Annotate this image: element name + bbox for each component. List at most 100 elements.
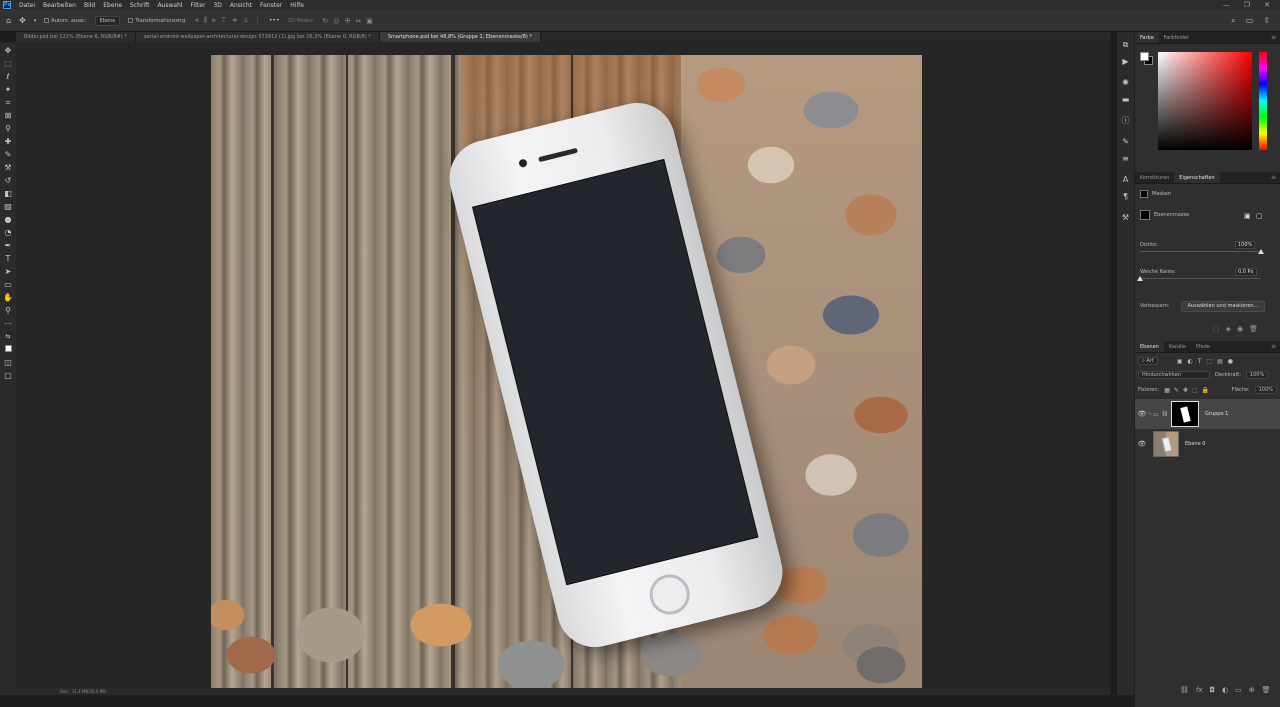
- apply-mask-icon[interactable]: ◈: [1226, 325, 1231, 333]
- align-left-icon[interactable]: ⫷: [195, 16, 199, 25]
- menu-filter[interactable]: Filter: [187, 2, 210, 9]
- select-mask-icon[interactable]: ▣: [1244, 212, 1251, 220]
- more-tools-icon[interactable]: ⋯: [1, 317, 15, 330]
- filter-shape-icon[interactable]: ⬚: [1206, 358, 1212, 365]
- more-options-button[interactable]: •••: [269, 17, 280, 24]
- path-selection-tool-icon[interactable]: ➤: [1, 265, 15, 278]
- 3d-scale-icon[interactable]: ▣: [366, 17, 373, 25]
- menu-ansicht[interactable]: Ansicht: [226, 2, 256, 9]
- close-button[interactable]: ✕: [1264, 1, 1270, 9]
- history-panel-icon[interactable]: ⧉: [1119, 38, 1133, 52]
- 3d-rotate-icon[interactable]: ↻: [322, 17, 328, 25]
- chevron-down-icon[interactable]: ▾: [34, 18, 37, 24]
- search-icon[interactable]: ⌕: [1231, 16, 1235, 26]
- document-tab-bilder[interactable]: Bilder.psd bei 121% (Ebene 6, RGB/8#) *: [16, 32, 136, 42]
- align-right-icon[interactable]: ⫸: [212, 16, 216, 25]
- menu-3d[interactable]: 3D: [209, 2, 225, 9]
- zoom-tool-icon[interactable]: ⚲: [1, 304, 15, 317]
- tool-presets-panel-icon[interactable]: ⚒: [1119, 211, 1133, 225]
- minimize-button[interactable]: —: [1223, 1, 1230, 9]
- foreground-color-swatch[interactable]: [1140, 52, 1149, 61]
- tab-kanaele[interactable]: Kanäle: [1164, 341, 1191, 352]
- canvas-area[interactable]: [16, 42, 1110, 695]
- eye-icon[interactable]: 👁: [1135, 410, 1149, 418]
- density-value[interactable]: 100%: [1235, 241, 1256, 249]
- layer-mask-thumbnail[interactable]: [1171, 401, 1200, 427]
- document-tab-aerial[interactable]: aerial-android-wallpaper-architectural-d…: [135, 32, 380, 42]
- 3d-slide-icon[interactable]: ⇔: [355, 17, 361, 25]
- menu-bild[interactable]: Bild: [80, 2, 99, 9]
- share-icon[interactable]: ⇪: [1263, 16, 1270, 26]
- panel-menu-icon[interactable]: ≡: [1271, 341, 1280, 352]
- menu-bearbeiten[interactable]: Bearbeiten: [39, 2, 80, 9]
- document-canvas[interactable]: [211, 55, 922, 688]
- eraser-tool-icon[interactable]: ◧: [1, 187, 15, 200]
- filter-smart-object-icon[interactable]: ▤: [1217, 358, 1223, 365]
- workspace-icon[interactable]: ▭: [1246, 16, 1254, 26]
- marquee-tool-icon[interactable]: ⬚: [1, 57, 15, 70]
- layer-style-icon[interactable]: fx: [1196, 686, 1203, 694]
- fill-value[interactable]: 100%: [1254, 386, 1277, 394]
- move-tool-icon[interactable]: ✥: [19, 16, 26, 25]
- lock-transparent-icon[interactable]: ▦: [1164, 387, 1170, 394]
- frame-tool-icon[interactable]: ⊠: [1, 109, 15, 122]
- tab-farbe[interactable]: Farbe: [1135, 32, 1159, 43]
- panel-menu-icon[interactable]: ≡: [1271, 172, 1280, 183]
- tab-pfade[interactable]: Pfade: [1191, 341, 1215, 352]
- blend-mode-dropdown[interactable]: Hindurchwirken: [1138, 371, 1210, 379]
- menu-ebene[interactable]: Ebene: [99, 2, 126, 9]
- feather-slider-handle[interactable]: [1137, 276, 1143, 281]
- swap-colors-icon[interactable]: ⇆: [1, 330, 15, 343]
- expand-arrow-icon[interactable]: ›: [1149, 411, 1151, 417]
- document-tab-smartphone[interactable]: Smartphone.psd bei 48,8% (Gruppe 1, Eben…: [379, 32, 541, 42]
- layer-filter-dropdown[interactable]: ⌕ Art: [1138, 357, 1158, 365]
- tab-ebenen[interactable]: Ebenen: [1135, 341, 1164, 352]
- panel-menu-icon[interactable]: ≡: [1271, 32, 1280, 43]
- feather-value[interactable]: 0,0 Px: [1235, 268, 1257, 276]
- filter-toggle-icon[interactable]: ●: [1228, 358, 1233, 365]
- menu-auswahl[interactable]: Auswahl: [153, 2, 186, 9]
- filter-type-icon[interactable]: T: [1198, 358, 1202, 365]
- libraries-panel-icon[interactable]: ▬: [1119, 93, 1133, 107]
- menu-datei[interactable]: Datei: [15, 2, 39, 9]
- paragraph-panel-icon[interactable]: ¶: [1119, 190, 1133, 204]
- brush-settings-panel-icon[interactable]: ≡: [1119, 152, 1133, 166]
- move-tool-icon[interactable]: ✥: [1, 44, 15, 57]
- add-mask-icon[interactable]: ◘: [1210, 686, 1216, 694]
- lock-artboard-icon[interactable]: ⬚: [1192, 387, 1198, 394]
- magic-wand-tool-icon[interactable]: ✦: [1, 83, 15, 96]
- history-brush-tool-icon[interactable]: ↺: [1, 174, 15, 187]
- layer-row-ebene-0[interactable]: 👁 Ebene 0: [1135, 429, 1280, 459]
- hue-slider[interactable]: [1259, 52, 1267, 150]
- dodge-tool-icon[interactable]: ◔: [1, 226, 15, 239]
- menu-fenster[interactable]: Fenster: [256, 2, 286, 9]
- add-vector-mask-icon[interactable]: ▢: [1256, 212, 1263, 220]
- align-middle-icon[interactable]: ≑: [232, 16, 238, 25]
- menu-hilfe[interactable]: Hilfe: [286, 2, 308, 9]
- trash-icon[interactable]: 🗑: [1262, 686, 1271, 694]
- tab-eigenschaften[interactable]: Eigenschaften: [1174, 172, 1220, 183]
- tab-korrekturen[interactable]: Korrekturen: [1135, 172, 1174, 183]
- info-panel-icon[interactable]: ⓘ: [1119, 114, 1133, 128]
- align-center-icon[interactable]: ⫼: [204, 16, 207, 25]
- lasso-tool-icon[interactable]: ℓ: [1, 70, 15, 83]
- layer-row-gruppe-1[interactable]: 👁 › ▭ ⛓ Gruppe 1: [1135, 399, 1280, 429]
- gradient-tool-icon[interactable]: ▨: [1, 200, 15, 213]
- lock-pixels-icon[interactable]: ✎: [1174, 387, 1179, 394]
- tab-farbfelder[interactable]: Farbfelder: [1159, 32, 1194, 43]
- lock-position-icon[interactable]: ✥: [1183, 387, 1188, 394]
- home-icon[interactable]: ⌂: [6, 16, 11, 25]
- link-icon[interactable]: ⛓: [1162, 411, 1168, 417]
- pen-tool-icon[interactable]: ✒: [1, 239, 15, 252]
- healing-brush-tool-icon[interactable]: ✚: [1, 135, 15, 148]
- align-bottom-icon[interactable]: ⊥: [243, 16, 249, 25]
- load-selection-icon[interactable]: ⬚: [1213, 325, 1220, 333]
- blur-tool-icon[interactable]: ●: [1, 213, 15, 226]
- maximize-button[interactable]: ❐: [1244, 1, 1250, 9]
- transform-controls-checkbox[interactable]: Transformationsstrg.: [128, 18, 187, 24]
- clone-stamp-tool-icon[interactable]: ⚒: [1, 161, 15, 174]
- actions-panel-icon[interactable]: ▶: [1119, 55, 1133, 69]
- new-group-icon[interactable]: ▭: [1235, 686, 1242, 694]
- lock-all-icon[interactable]: 🔒: [1202, 387, 1209, 394]
- visibility-icon[interactable]: ◉: [1237, 325, 1243, 333]
